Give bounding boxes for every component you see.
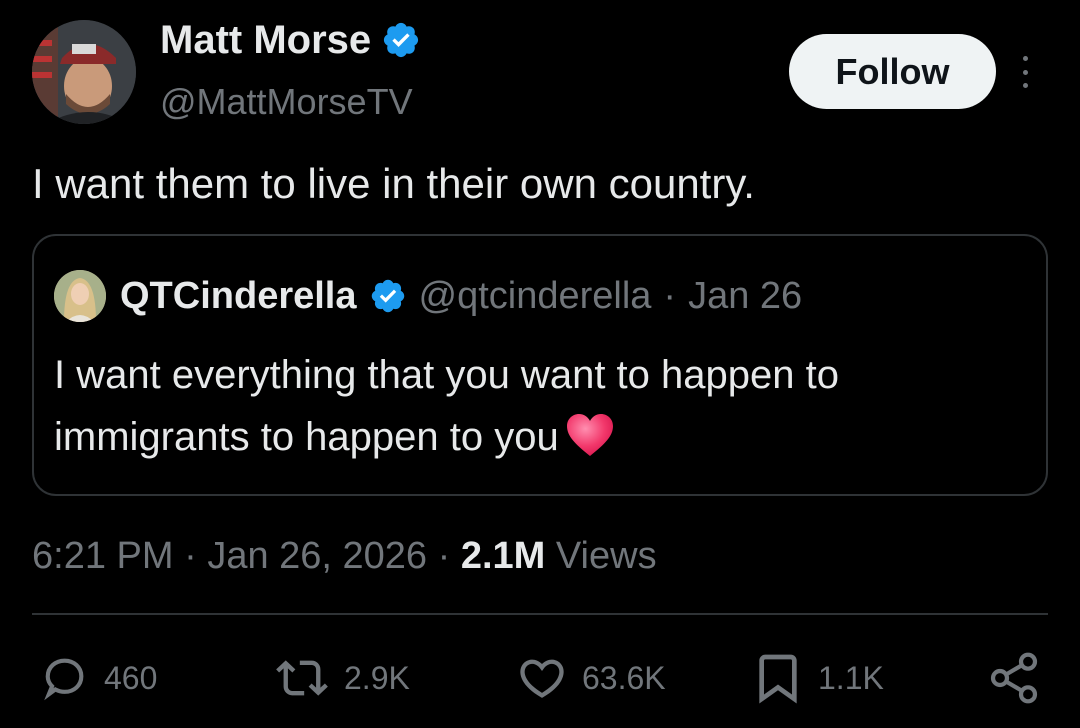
meta-separator: · — [437, 535, 451, 577]
more-dot — [1022, 83, 1028, 88]
follow-button[interactable]: Follow — [789, 34, 996, 109]
quoted-tweet-text-content: I want everything that you want to happe… — [54, 353, 839, 459]
tweet-time[interactable]: 6:21 PM — [32, 535, 174, 577]
repost-count: 2.9K — [344, 659, 410, 696]
quoted-author-handle[interactable]: @qtcinderella — [419, 270, 652, 322]
heart-emoji-icon — [566, 414, 613, 456]
author-handle[interactable]: @MattMorseTV — [160, 78, 413, 126]
quoted-tweet-header: QTCinderella @qtcinderella · Jan 26 — [120, 270, 802, 322]
reply-count: 460 — [104, 659, 158, 696]
views-label: Views — [555, 535, 657, 577]
quoted-date[interactable]: Jan 26 — [688, 270, 802, 322]
author-name-row[interactable]: Matt Morse — [160, 14, 421, 66]
quoted-tweet-text: I want everything that you want to happe… — [54, 344, 1034, 468]
like-button[interactable]: 63.6K — [514, 650, 666, 706]
repost-button[interactable]: 2.9K — [272, 650, 410, 706]
tweet: Matt Morse @MattMorseTV Follow I want th… — [0, 0, 1080, 728]
more-dot — [1022, 69, 1028, 75]
quoted-tweet-card[interactable]: QTCinderella @qtcinderella · Jan 26 I wa… — [32, 234, 1048, 496]
repost-icon — [276, 660, 328, 696]
quoted-avatar-image — [54, 270, 106, 322]
more-dot — [1022, 56, 1028, 61]
reply-button[interactable]: 460 — [36, 650, 157, 706]
bookmark-count: 1.1K — [818, 659, 884, 696]
tweet-text: I want them to live in their own country… — [32, 160, 755, 207]
like-count: 63.6K — [582, 659, 666, 696]
divider — [32, 613, 1048, 615]
meta-separator: · — [184, 535, 197, 577]
tweet-meta-row: 6:21 PM · Jan 26, 2026 · 2.1M Views — [32, 530, 657, 582]
views-count: 2.1M — [460, 535, 546, 577]
author-avatar-image — [32, 20, 136, 124]
heart-icon — [520, 659, 564, 698]
verified-badge-icon — [384, 22, 419, 58]
bookmark-icon — [759, 654, 797, 704]
quoted-author-avatar[interactable] — [54, 270, 106, 322]
author-name[interactable]: Matt Morse — [160, 14, 371, 66]
author-avatar[interactable] — [32, 20, 136, 124]
reply-icon — [44, 658, 84, 701]
quoted-separator: · — [663, 275, 677, 317]
tweet-date[interactable]: Jan 26, 2026 — [207, 535, 427, 577]
quoted-author-name[interactable]: QTCinderella — [120, 270, 357, 322]
share-icon — [990, 652, 1038, 704]
more-options-icon[interactable] — [1010, 52, 1040, 92]
bookmark-button[interactable]: 1.1K — [750, 650, 884, 706]
verified-badge-icon — [371, 279, 404, 313]
share-button[interactable] — [986, 650, 1042, 706]
